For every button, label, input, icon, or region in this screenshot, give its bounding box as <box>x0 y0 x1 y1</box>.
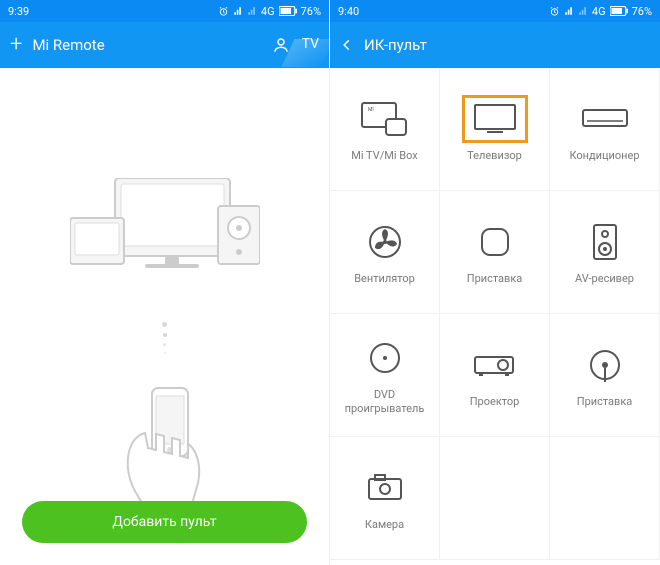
statusbar-right: 9:40 4G 76% <box>330 0 660 22</box>
device-dvd[interactable]: DVD проигрыватель <box>330 314 440 437</box>
appbar-left: + Mi Remote TV <box>0 22 329 68</box>
empty-cell <box>550 437 660 560</box>
av-receiver-icon <box>591 218 619 266</box>
add-remote-button[interactable]: Добавить пульт <box>22 501 307 543</box>
device-av-receiver[interactable]: AV-ресивер <box>550 191 660 314</box>
alarm-icon <box>218 6 229 17</box>
tv-tab[interactable]: TV <box>302 36 319 54</box>
battery-icon <box>610 6 628 16</box>
device-label: DVD проигрыватель <box>334 388 435 417</box>
signal-icon <box>247 6 257 16</box>
device-fan[interactable]: Вентилятор <box>330 191 440 314</box>
device-tv[interactable]: Телевизор <box>440 68 550 191</box>
appbar-right: ИК-пульт <box>330 22 660 68</box>
device-ac[interactable]: Кондиционер <box>550 68 660 191</box>
svg-text:MI: MI <box>368 107 374 113</box>
battery-icon <box>279 6 297 16</box>
person-icon[interactable] <box>272 36 290 54</box>
device-camera[interactable]: Камера <box>330 437 440 560</box>
illustration-signal-dots <box>145 316 185 360</box>
empty-cell <box>440 437 550 560</box>
status-time: 9:40 <box>338 5 359 18</box>
signal-icon <box>578 6 588 16</box>
add-remote-label: Добавить пульт <box>112 514 216 530</box>
projector-icon <box>473 341 517 389</box>
settop-icon <box>478 218 512 266</box>
back-icon[interactable] <box>340 38 354 52</box>
device-label: Вентилятор <box>354 272 415 286</box>
status-battery: 76% <box>632 5 652 18</box>
device-settop[interactable]: Приставка <box>440 191 550 314</box>
phone-left: 9:39 4G 76% + Mi Remote TV <box>0 0 330 565</box>
status-time: 9:39 <box>8 5 29 18</box>
status-right: 4G 76% <box>549 5 652 18</box>
statusbar-left: 9:39 4G 76% <box>0 0 329 22</box>
device-projector[interactable]: Проектор <box>440 314 550 437</box>
signal-icon <box>233 6 243 16</box>
device-label: AV-ресивер <box>575 272 634 286</box>
device-label: Приставка <box>467 272 523 286</box>
device-mitv[interactable]: MI Mi TV/Mi Box <box>330 68 440 191</box>
alarm-icon <box>549 6 560 17</box>
device-label: Проектор <box>470 395 520 409</box>
content-left: Добавить пульт <box>0 68 329 565</box>
status-battery: 76% <box>301 5 321 18</box>
device-label: Приставка <box>577 395 633 409</box>
device-label: Камера <box>365 518 404 532</box>
content-right: MI Mi TV/Mi Box Телевизор Кондиционер <box>330 68 660 565</box>
tv-icon <box>462 95 528 143</box>
device-label: Mi TV/Mi Box <box>351 149 417 163</box>
mitv-icon: MI <box>360 95 410 143</box>
status-network: 4G <box>261 5 275 18</box>
status-network: 4G <box>592 5 606 18</box>
ac-icon <box>581 95 629 143</box>
app-title: Mi Remote <box>32 36 271 54</box>
device-label: Кондиционер <box>569 149 639 163</box>
page-title: ИК-пульт <box>364 36 650 54</box>
device-cable-box[interactable]: Приставка <box>550 314 660 437</box>
cable-icon <box>586 341 624 389</box>
signal-icon <box>564 6 574 16</box>
illustration-devices <box>70 178 260 293</box>
device-grid: MI Mi TV/Mi Box Телевизор Кондиционер <box>330 68 660 560</box>
status-right: 4G 76% <box>218 5 321 18</box>
dvd-icon <box>367 334 403 382</box>
device-label: Телевизор <box>467 149 522 163</box>
camera-icon <box>365 464 405 512</box>
fan-icon <box>367 218 403 266</box>
add-icon[interactable]: + <box>10 34 22 56</box>
phone-right: 9:40 4G 76% ИК-пульт MI Mi TV/Mi Box <box>330 0 660 565</box>
